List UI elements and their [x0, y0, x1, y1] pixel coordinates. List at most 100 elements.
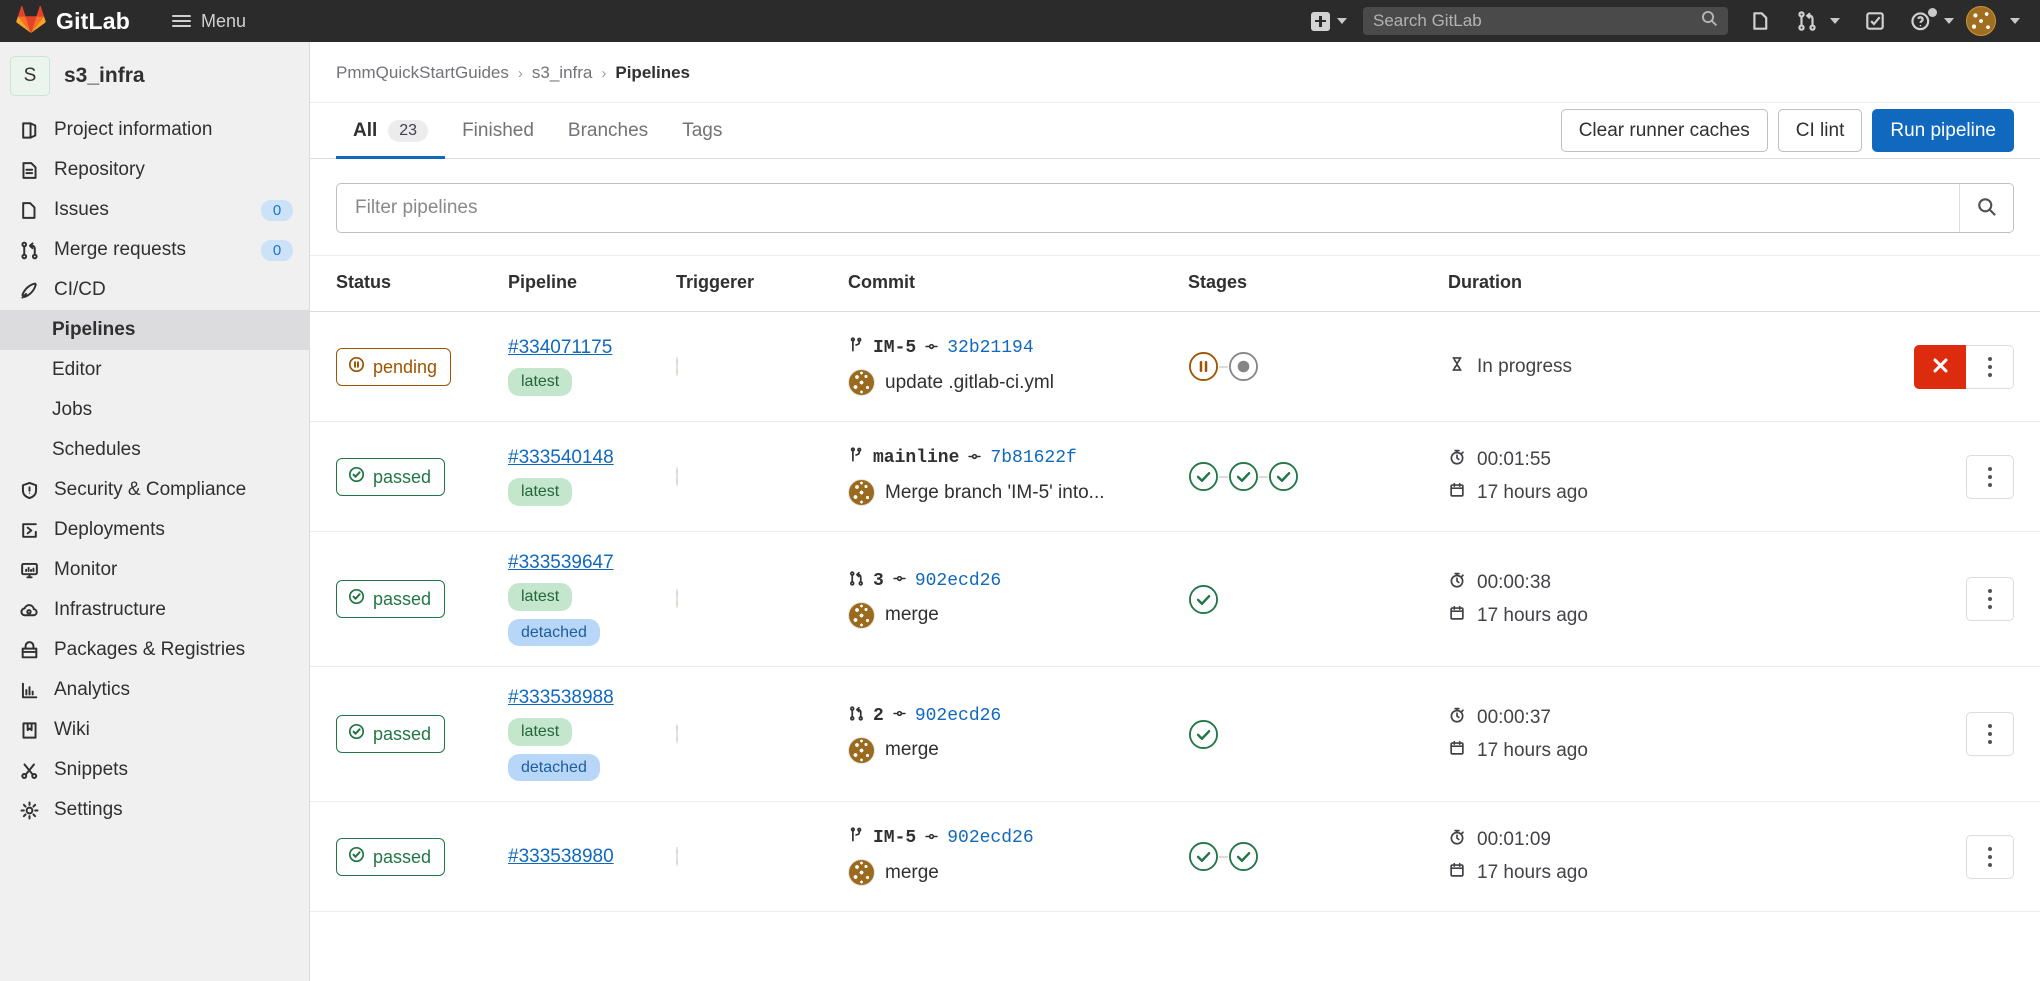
sidebar-item-schedules[interactable]: Schedules: [0, 430, 309, 470]
stage-status-created-icon[interactable]: [1219, 351, 1259, 382]
status-badge[interactable]: passed: [336, 580, 445, 618]
sidebar-item-deployments[interactable]: Deployments: [0, 510, 309, 550]
sidebar-item-jobs[interactable]: Jobs: [0, 390, 309, 430]
filter-search-button[interactable]: [1959, 184, 2013, 232]
status-passed-icon: [348, 723, 365, 745]
sidebar-item-issues[interactable]: Issues0: [0, 190, 309, 230]
commit-sha[interactable]: 902ecd26: [915, 571, 1001, 591]
stage-status-success-icon[interactable]: [1259, 461, 1299, 492]
avatar[interactable]: [848, 859, 875, 886]
cell-status: passed: [336, 715, 508, 753]
sidebar-item-ci-cd[interactable]: CI/CD: [0, 270, 309, 310]
project-name: s3_infra: [64, 64, 145, 88]
status-badge[interactable]: passed: [336, 838, 445, 876]
stage-status-success-icon[interactable]: [1188, 461, 1219, 492]
stage-status-success-icon[interactable]: [1219, 461, 1259, 492]
commit-sha[interactable]: 7b81622f: [990, 448, 1076, 468]
sidebar-item-merge-requests[interactable]: Merge requests0: [0, 230, 309, 270]
stage-status-success-icon[interactable]: [1188, 841, 1219, 872]
commit-sha[interactable]: 32b21194: [947, 338, 1033, 358]
sidebar-item-snippets[interactable]: Snippets: [0, 750, 309, 790]
gitlab-home-link[interactable]: GitLab: [16, 5, 130, 38]
commit-title[interactable]: merge: [885, 862, 939, 884]
commit-link-icon: [892, 570, 907, 591]
row-menu-button[interactable]: [1966, 712, 2014, 756]
cell-pipeline: #333540148latest: [508, 447, 676, 506]
status-badge[interactable]: passed: [336, 715, 445, 753]
tab-tags[interactable]: Tags: [665, 103, 739, 159]
avatar[interactable]: [676, 589, 678, 608]
avatar[interactable]: [848, 479, 875, 506]
tab-all[interactable]: All23: [336, 103, 445, 159]
sidebar-item-monitor[interactable]: Monitor: [0, 550, 309, 590]
pipeline-id-link[interactable]: #333538980: [508, 846, 614, 868]
sidebar-item-wiki[interactable]: Wiki: [0, 710, 309, 750]
pipeline-id-link[interactable]: #333540148: [508, 447, 614, 469]
status-badge[interactable]: pending: [336, 348, 451, 386]
cell-pipeline: #333539647latestdetached: [508, 552, 676, 646]
run-pipeline-button[interactable]: Run pipeline: [1872, 109, 2014, 153]
create-new-button[interactable]: [1299, 0, 1359, 42]
commit-title[interactable]: update .gitlab-ci.yml: [885, 372, 1054, 394]
avatar[interactable]: [676, 357, 678, 376]
row-menu-button[interactable]: [1966, 455, 2014, 499]
user-menu[interactable]: [1966, 6, 2028, 36]
commit-title[interactable]: merge: [885, 739, 939, 761]
commit-sha[interactable]: 902ecd26: [915, 706, 1001, 726]
avatar[interactable]: [676, 724, 678, 743]
sidebar-item-packages-registries[interactable]: Packages & Registries: [0, 630, 309, 670]
status-badge[interactable]: passed: [336, 458, 445, 496]
commit-ref[interactable]: IM-5: [873, 828, 916, 848]
tab-finished[interactable]: Finished: [445, 103, 551, 159]
pipeline-id-link[interactable]: #334071175: [508, 337, 612, 359]
sidebar-item-settings[interactable]: Settings: [0, 790, 309, 830]
sidebar-item-infrastructure[interactable]: Infrastructure: [0, 590, 309, 630]
commit-ref[interactable]: mainline: [873, 448, 959, 468]
commit-title[interactable]: Merge branch 'IM-5' into...: [885, 482, 1105, 504]
tab-branches[interactable]: Branches: [551, 103, 665, 159]
row-menu-button[interactable]: [1966, 577, 2014, 621]
project-header-link[interactable]: S s3_infra: [0, 42, 309, 110]
commit-ref[interactable]: 3: [873, 571, 884, 591]
breadcrumb-item-pmmquickstartguides[interactable]: PmmQuickStartGuides: [336, 63, 509, 83]
help-menu[interactable]: [1898, 0, 1966, 42]
commit-sha[interactable]: 902ecd26: [947, 828, 1033, 848]
stage-status-pending-icon[interactable]: [1188, 351, 1219, 382]
finished-time: 17 hours ago: [1477, 740, 1588, 762]
sidebar-item-repository[interactable]: Repository: [0, 150, 309, 190]
cell-pipeline: #333538988latestdetached: [508, 687, 676, 781]
commit-ref[interactable]: 2: [873, 706, 884, 726]
avatar[interactable]: [848, 602, 875, 629]
pipeline-id-link[interactable]: #333538988: [508, 687, 614, 709]
avatar[interactable]: [848, 369, 875, 396]
avatar[interactable]: [848, 737, 875, 764]
pipeline-id-link[interactable]: #333539647: [508, 552, 614, 574]
sidebar-item-project-information[interactable]: Project information: [0, 110, 309, 150]
sidebar-item-editor[interactable]: Editor: [0, 350, 309, 390]
row-menu-button[interactable]: [1966, 345, 2014, 389]
merge-requests-menu[interactable]: [1784, 0, 1852, 42]
stage-status-success-icon[interactable]: [1188, 584, 1219, 615]
commit-ref[interactable]: IM-5: [873, 338, 916, 358]
ci-lint-button[interactable]: CI lint: [1778, 109, 1863, 153]
row-menu-button[interactable]: [1966, 835, 2014, 879]
pipeline-tag-detached: detached: [508, 754, 600, 782]
avatar[interactable]: [676, 467, 678, 486]
sidebar-item-pipelines[interactable]: Pipelines: [0, 310, 309, 350]
sidebar-item-security-compliance[interactable]: Security & Compliance: [0, 470, 309, 510]
breadcrumb-item-s3_infra[interactable]: s3_infra: [532, 63, 592, 83]
table-row: passed #333538988latestdetached 2 902ecd26 m…: [310, 667, 2040, 802]
search-input[interactable]: Search GitLab: [1363, 7, 1728, 35]
avatar[interactable]: [676, 847, 678, 866]
issues-icon[interactable]: [1738, 0, 1784, 42]
sidebar-item-analytics[interactable]: Analytics: [0, 670, 309, 710]
cancel-pipeline-button[interactable]: [1914, 345, 1966, 389]
filter-pipelines-input[interactable]: [337, 184, 1959, 232]
tab-label: All: [353, 120, 377, 142]
commit-title[interactable]: merge: [885, 604, 939, 626]
todos-icon[interactable]: [1852, 0, 1898, 42]
main-menu-button[interactable]: Menu: [164, 5, 254, 38]
stage-status-success-icon[interactable]: [1219, 841, 1259, 872]
stage-status-success-icon[interactable]: [1188, 719, 1219, 750]
clear-runner-caches-button[interactable]: Clear runner caches: [1561, 109, 1768, 153]
